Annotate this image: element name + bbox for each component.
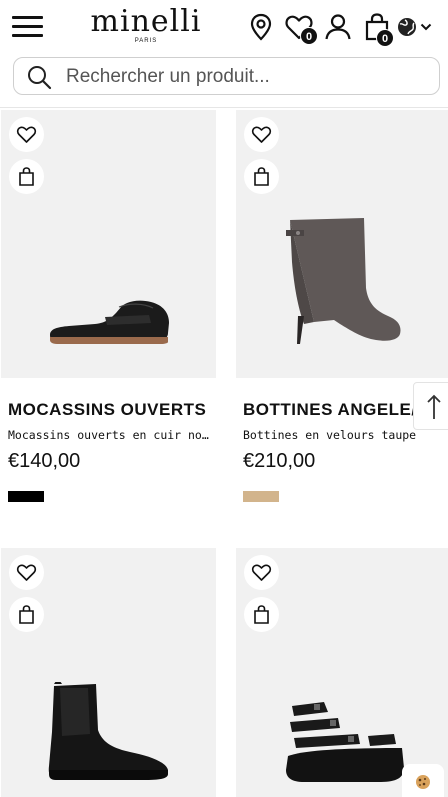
black-chelsea-boot-image [48, 682, 168, 780]
product-price: €140,00 [8, 450, 81, 472]
globe-icon[interactable] [396, 16, 418, 38]
add-to-wishlist-button[interactable] [9, 117, 44, 152]
search-bar[interactable] [13, 57, 440, 95]
add-to-wishlist-button[interactable] [244, 117, 279, 152]
wishlist-button[interactable]: 0 [284, 12, 318, 45]
search-input[interactable] [66, 62, 426, 92]
taupe-suede-bootie-image [286, 218, 401, 344]
heart-icon [16, 126, 37, 143]
heart-icon [16, 564, 37, 581]
product-card[interactable] [236, 548, 448, 797]
cookie-icon [416, 775, 430, 789]
shopping-bag-icon [19, 167, 34, 186]
product-card[interactable] [1, 548, 216, 797]
arrow-up-icon [427, 394, 441, 419]
product-card[interactable]: BOTTINES ANGELE/V Bottines en velours ta… [236, 110, 448, 502]
cookie-settings-button[interactable] [402, 764, 444, 797]
wishlist-count-badge: 0 [300, 27, 318, 45]
user-icon[interactable] [323, 12, 353, 42]
chevron-down-icon[interactable] [419, 20, 433, 34]
add-to-cart-button[interactable] [244, 159, 279, 194]
heart-icon [251, 126, 272, 143]
menu-icon[interactable] [12, 14, 44, 40]
product-card[interactable]: MOCASSINS OUVERTS Mocassins ouverts en c… [1, 110, 216, 502]
heart-icon [251, 564, 272, 581]
cart-count-badge: 0 [376, 29, 394, 47]
product-image[interactable] [236, 110, 448, 378]
color-swatch[interactable] [243, 491, 279, 502]
brand-name: minelli [90, 4, 202, 39]
add-to-cart-button[interactable] [244, 597, 279, 632]
black-platform-gladiator-sandal-image [286, 702, 404, 782]
brand-logo[interactable]: minelli PARIS [80, 2, 212, 44]
site-header: minelli PARIS 0 0 [0, 0, 448, 108]
product-image[interactable] [236, 548, 448, 797]
cart-button[interactable]: 0 [362, 12, 394, 47]
product-image[interactable] [1, 548, 216, 797]
scroll-to-top-button[interactable] [413, 382, 448, 430]
search-icon [28, 66, 52, 90]
location-pin-icon[interactable] [246, 12, 276, 42]
shopping-bag-icon [254, 167, 269, 186]
product-price: €210,00 [243, 450, 316, 472]
add-to-wishlist-button[interactable] [9, 555, 44, 590]
add-to-cart-button[interactable] [9, 597, 44, 632]
add-to-wishlist-button[interactable] [244, 555, 279, 590]
product-name[interactable]: MOCASSINS OUVERTS [8, 399, 213, 421]
color-swatch[interactable] [8, 491, 44, 502]
black-mule-shoe-image [50, 300, 169, 344]
add-to-cart-button[interactable] [9, 159, 44, 194]
product-description: Mocassins ouverts en cuir noir [8, 428, 213, 442]
shopping-bag-icon [19, 605, 34, 624]
shopping-bag-icon [254, 605, 269, 624]
product-image[interactable] [1, 110, 216, 378]
